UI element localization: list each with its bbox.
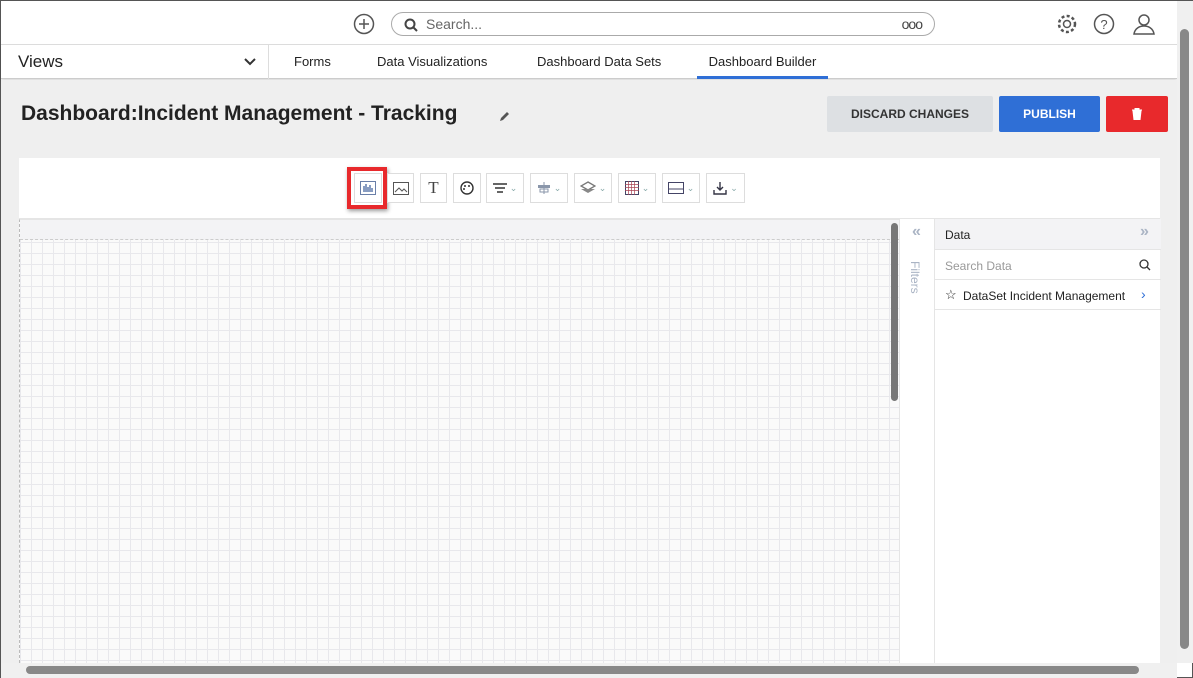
align-tool-button[interactable]: ⌄ xyxy=(530,173,568,203)
dataset-label: DataSet Incident Management xyxy=(963,289,1126,303)
grid-icon xyxy=(624,181,639,195)
builder-canvas: T ⌄ ⌄ ⌄ ⌄ ⌄ ⌄ « Filters Data » Search Da… xyxy=(19,158,1161,663)
search-icon xyxy=(1139,259,1151,271)
filter-icon xyxy=(492,183,507,193)
search-data-input[interactable]: Search Data xyxy=(935,250,1161,280)
align-icon xyxy=(537,182,550,194)
palette-icon xyxy=(460,181,474,195)
canvas-scrollbar[interactable] xyxy=(891,223,898,401)
list-item[interactable]: ☆ DataSet Incident Management › xyxy=(935,280,1161,310)
edit-icon[interactable] xyxy=(498,110,511,123)
dashboard-name: Incident Management - Tracking xyxy=(137,102,458,125)
window-vertical-scrollbar[interactable] xyxy=(1177,1,1193,663)
nav-bar: Views Forms Data Visualizations Dashboar… xyxy=(1,45,1177,79)
image-tool-button[interactable] xyxy=(387,173,414,203)
gear-icon[interactable] xyxy=(1056,13,1078,35)
layout-icon xyxy=(667,182,684,194)
download-icon xyxy=(713,182,727,195)
tab-dashboard-builder[interactable]: Dashboard Builder xyxy=(697,45,828,79)
title-separator: : xyxy=(130,102,138,125)
help-icon[interactable]: ? xyxy=(1093,13,1115,35)
canvas-grid[interactable] xyxy=(19,219,900,663)
expand-filters-icon[interactable]: « xyxy=(912,223,921,241)
scrollbar-thumb[interactable] xyxy=(1180,29,1189,649)
tab-data-visualizations[interactable]: Data Visualizations xyxy=(377,45,487,79)
more-icon[interactable]: ooo xyxy=(902,13,923,35)
layout-tool-button[interactable]: ⌄ xyxy=(662,173,700,203)
top-bar: Search... ooo ? xyxy=(1,1,1177,45)
collapse-data-panel-icon[interactable]: » xyxy=(1140,223,1149,241)
main-area: Dashboard:Incident Management - Tracking… xyxy=(1,80,1177,663)
toolbar: T ⌄ ⌄ ⌄ ⌄ ⌄ ⌄ xyxy=(19,158,1160,219)
page-title: Dashboard:Incident Management - Tracking xyxy=(21,102,457,126)
user-icon[interactable] xyxy=(1132,12,1156,36)
tab-forms[interactable]: Forms xyxy=(294,45,331,79)
image-icon xyxy=(392,181,409,195)
delete-button[interactable] xyxy=(1106,96,1168,132)
search-placeholder: Search... xyxy=(426,16,483,32)
search-icon xyxy=(404,18,418,32)
views-dropdown[interactable]: Views xyxy=(1,45,269,79)
chevron-right-icon: › xyxy=(1141,286,1146,302)
star-icon[interactable]: ☆ xyxy=(945,287,957,303)
palette-tool-button[interactable] xyxy=(453,173,481,203)
discard-changes-button[interactable]: DISCARD CHANGES xyxy=(827,96,993,132)
trash-icon xyxy=(1132,107,1142,121)
chart-tool-button[interactable] xyxy=(354,173,382,203)
chart-icon xyxy=(360,181,376,195)
data-panel: Data » Search Data ☆ DataSet Incident Ma… xyxy=(934,219,1161,663)
views-label: Views xyxy=(18,52,64,71)
filters-label: Filters xyxy=(908,261,922,294)
grid-header-strip xyxy=(20,220,900,240)
layers-tool-button[interactable]: ⌄ xyxy=(574,173,612,203)
data-panel-header: Data » xyxy=(935,219,1161,250)
title-prefix: Dashboard xyxy=(21,102,131,125)
scrollbar-thumb[interactable] xyxy=(26,666,1139,674)
layers-icon xyxy=(579,181,596,193)
tab-dashboard-data-sets[interactable]: Dashboard Data Sets xyxy=(537,45,661,79)
add-icon[interactable] xyxy=(353,13,375,35)
search-input[interactable]: Search... ooo xyxy=(391,12,935,36)
chevron-down-icon xyxy=(244,58,256,66)
filter-tool-button[interactable]: ⌄ xyxy=(486,173,524,203)
text-tool-button[interactable]: T xyxy=(420,173,447,203)
window-horizontal-scrollbar[interactable] xyxy=(1,663,1177,678)
publish-button[interactable]: PUBLISH xyxy=(999,96,1100,132)
svg-text:?: ? xyxy=(1100,17,1107,32)
filters-panel-collapsed[interactable]: « Filters xyxy=(899,219,934,663)
data-panel-title: Data xyxy=(945,228,971,242)
download-tool-button[interactable]: ⌄ xyxy=(706,173,745,203)
search-data-placeholder: Search Data xyxy=(945,259,1012,273)
grid-tool-button[interactable]: ⌄ xyxy=(618,173,656,203)
